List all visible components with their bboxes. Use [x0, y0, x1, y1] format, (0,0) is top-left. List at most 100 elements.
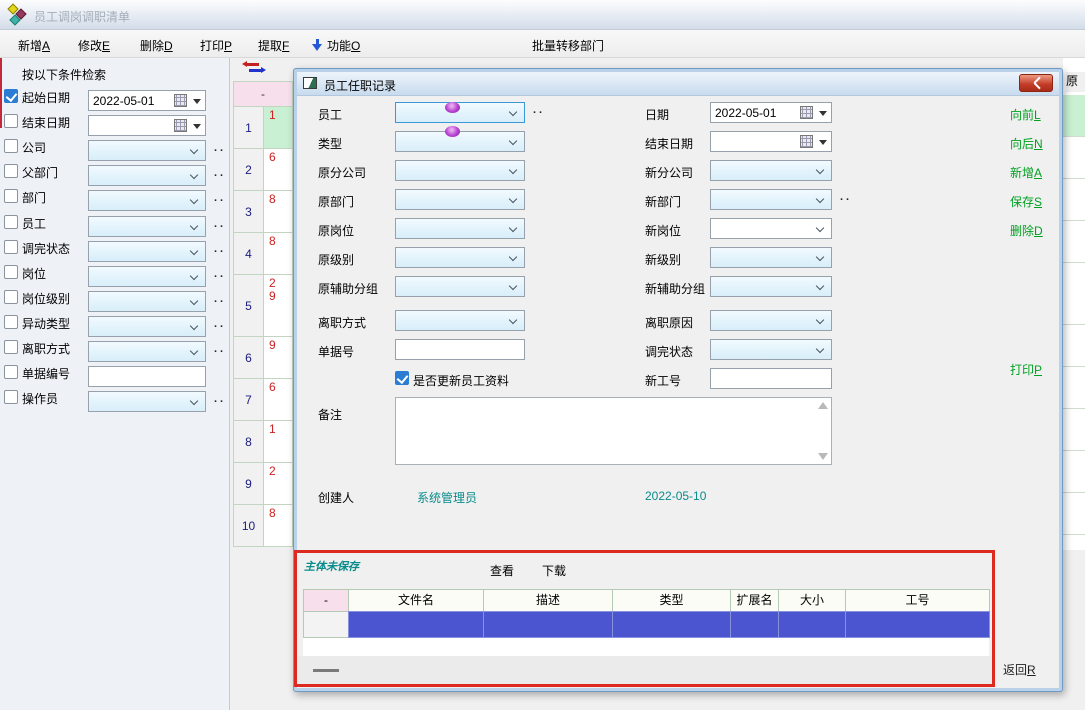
- position-level-checkbox[interactable]: [4, 290, 18, 304]
- return-button[interactable]: 返回R: [1003, 661, 1036, 678]
- scroll-down-icon[interactable]: [818, 453, 828, 460]
- toolbar-delete-button[interactable]: 删除D: [140, 37, 173, 53]
- end-date-checkbox[interactable]: [4, 114, 18, 128]
- change-type-checkbox[interactable]: [4, 315, 18, 329]
- search-company-more-button[interactable]: ..: [214, 142, 226, 154]
- grid-row-number[interactable]: 2: [233, 148, 264, 191]
- transfer-status-checkbox[interactable]: [4, 240, 18, 254]
- dropdown-arrow-icon[interactable]: [819, 111, 827, 116]
- add-button[interactable]: 新增A: [1010, 164, 1042, 181]
- attachment-row-cell[interactable]: [612, 611, 731, 638]
- view-button[interactable]: 查看: [490, 562, 514, 579]
- dlg-doc-no-text-input[interactable]: [395, 339, 525, 360]
- dlg-new-company-dropdown[interactable]: [710, 160, 832, 181]
- dlg-old-dept-dropdown[interactable]: [395, 189, 525, 210]
- attachment-col-header[interactable]: 扩展名: [730, 589, 779, 612]
- print-button[interactable]: 打印P: [1010, 361, 1042, 378]
- grid-row-number[interactable]: 9: [233, 462, 264, 505]
- dlg-resign-reason-dropdown[interactable]: [710, 310, 832, 331]
- resign-method-checkbox[interactable]: [4, 340, 18, 354]
- grid-row-number[interactable]: 7: [233, 378, 264, 421]
- search-operator-dropdown[interactable]: [88, 391, 206, 412]
- dropdown-arrow-icon[interactable]: [193, 124, 201, 129]
- toolbar-add-button[interactable]: 新增A: [18, 37, 50, 53]
- grid-row-number[interactable]: 8: [233, 420, 264, 463]
- search-position-more-button[interactable]: ..: [214, 268, 226, 280]
- dlg-new-empno-text-input[interactable]: [710, 368, 832, 389]
- dropdown-arrow-icon[interactable]: [193, 99, 201, 104]
- search-company-dropdown[interactable]: [88, 140, 206, 161]
- start-date-checkbox[interactable]: [4, 89, 18, 103]
- attachment-row-cell[interactable]: [303, 611, 349, 638]
- prev-button[interactable]: 向前L: [1010, 106, 1041, 123]
- search-position-level-more-button[interactable]: ..: [214, 293, 226, 305]
- dlg-new-level-dropdown[interactable]: [710, 247, 832, 268]
- search-position-dropdown[interactable]: [88, 266, 206, 287]
- save-button[interactable]: 保存S: [1010, 193, 1042, 210]
- search-transfer-status-dropdown[interactable]: [88, 241, 206, 262]
- dlg-old-position-dropdown[interactable]: [395, 218, 525, 239]
- close-icon[interactable]: [1019, 74, 1053, 92]
- operator-checkbox[interactable]: [4, 390, 18, 404]
- search-dept-more-button[interactable]: ..: [214, 192, 226, 204]
- grid-row-cell[interactable]: 9: [263, 336, 293, 379]
- attachment-col-header[interactable]: 描述: [483, 589, 613, 612]
- dlg-end-date-date-input[interactable]: [710, 131, 832, 152]
- doc-number-checkbox[interactable]: [4, 365, 18, 379]
- attachment-row-cell[interactable]: [730, 611, 779, 638]
- dlg-employee-more-button[interactable]: ..: [533, 104, 545, 116]
- dropdown-arrow-icon[interactable]: [819, 140, 827, 145]
- download-button[interactable]: 下载: [542, 562, 566, 579]
- company-checkbox[interactable]: [4, 139, 18, 153]
- search-operator-more-button[interactable]: ..: [214, 393, 226, 405]
- grid-row-cell[interactable]: 8: [263, 504, 293, 547]
- scrollbar-thumb[interactable]: [313, 669, 339, 672]
- dlg-type-dropdown[interactable]: [395, 131, 525, 152]
- grid-row-number[interactable]: 10: [233, 504, 264, 547]
- grid-row-cell[interactable]: 1: [263, 106, 293, 149]
- next-button[interactable]: 向后N: [1010, 135, 1043, 152]
- grid-row-number[interactable]: 6: [233, 336, 264, 379]
- delete-button[interactable]: 删除D: [1010, 222, 1043, 239]
- grid-row-cell[interactable]: 2 9: [263, 274, 293, 337]
- dept-checkbox[interactable]: [4, 189, 18, 203]
- search-end-date-date-input[interactable]: [88, 115, 206, 136]
- toolbar-extract-button[interactable]: 提取F: [258, 37, 289, 53]
- search-employee-more-button[interactable]: ..: [214, 218, 226, 230]
- grid-row-cell[interactable]: 2: [263, 462, 293, 505]
- grid-row-cell[interactable]: 8: [263, 232, 293, 275]
- dlg-old-level-dropdown[interactable]: [395, 247, 525, 268]
- dlg-old-auxgroup-dropdown[interactable]: [395, 276, 525, 297]
- parent-dept-checkbox[interactable]: [4, 164, 18, 178]
- attachment-row-cell[interactable]: [845, 611, 990, 638]
- batch-transfer-button[interactable]: 批量转移部门: [532, 37, 604, 54]
- search-employee-dropdown[interactable]: [88, 216, 206, 237]
- search-change-type-dropdown[interactable]: [88, 316, 206, 337]
- toolbar-print-button[interactable]: 打印P: [200, 37, 232, 53]
- search-resign-method-dropdown[interactable]: [88, 341, 206, 362]
- grid-row-cell[interactable]: 1: [263, 420, 293, 463]
- grid-row-number[interactable]: 5: [233, 274, 264, 337]
- dlg-old-company-dropdown[interactable]: [395, 160, 525, 181]
- dlg-new-dept-dropdown[interactable]: [710, 189, 832, 210]
- search-dept-dropdown[interactable]: [88, 190, 206, 211]
- employee-checkbox[interactable]: [4, 215, 18, 229]
- scroll-up-icon[interactable]: [818, 402, 828, 409]
- grid-row-number[interactable]: 1: [233, 106, 264, 149]
- grid-corner-header[interactable]: -: [233, 81, 293, 107]
- search-resign-method-more-button[interactable]: ..: [214, 343, 226, 355]
- attachment-col-header[interactable]: 大小: [778, 589, 846, 612]
- toolbar-edit-button[interactable]: 修改E: [78, 37, 110, 53]
- attachment-scrollbar[interactable]: [297, 656, 992, 684]
- grid-row-number[interactable]: 3: [233, 190, 264, 233]
- dlg-transfer-status-dropdown[interactable]: [710, 339, 832, 360]
- search-change-type-more-button[interactable]: ..: [214, 318, 226, 330]
- toolbar-function-button[interactable]: 功能O: [312, 37, 360, 53]
- attachment-row-cell[interactable]: [483, 611, 613, 638]
- update-info-checkbox[interactable]: [395, 371, 409, 385]
- grid-row-cell[interactable]: 6: [263, 148, 293, 191]
- search-parent-dept-dropdown[interactable]: [88, 165, 206, 186]
- grid-row-cell[interactable]: 8: [263, 190, 293, 233]
- attachment-col-header[interactable]: 文件名: [348, 589, 484, 612]
- search-parent-dept-more-button[interactable]: ..: [214, 167, 226, 179]
